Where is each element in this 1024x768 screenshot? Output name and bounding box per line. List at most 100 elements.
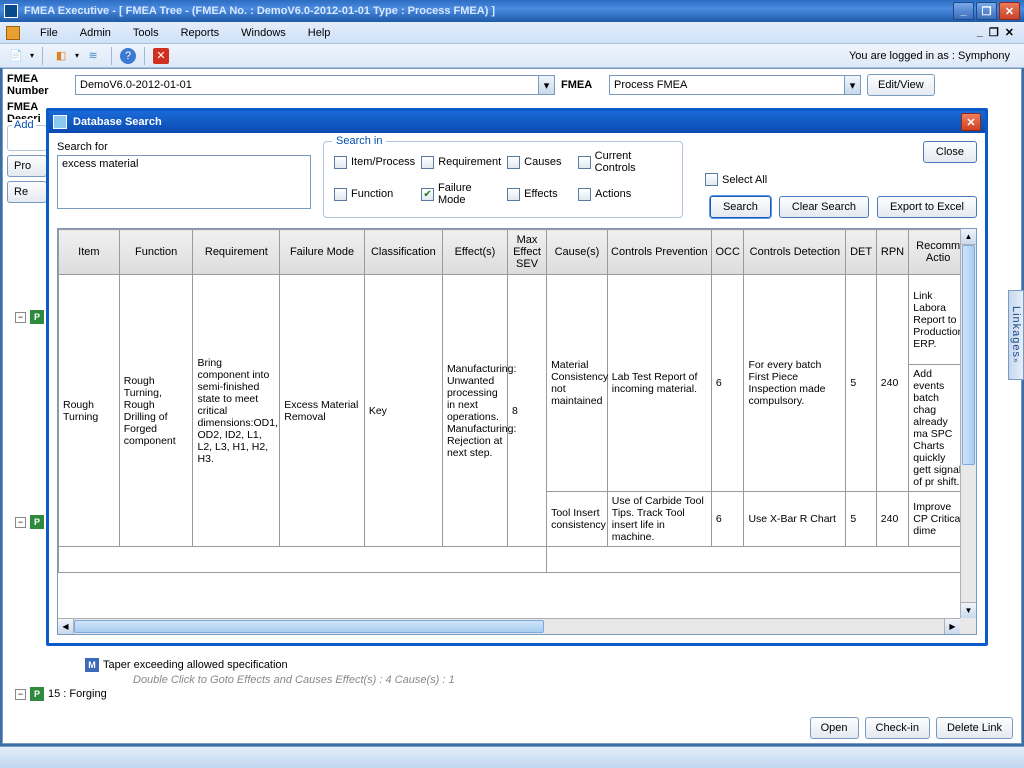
cell-rec: Add events batch chag already ma SPC Cha… (909, 365, 968, 492)
cell-failure: Excess Material Removal (280, 275, 365, 547)
tree-collapse-icon[interactable]: − (15, 689, 26, 700)
fmea-type-dropdown[interactable]: Process FMEA ▾ (609, 75, 861, 95)
col-sev[interactable]: Max Effect SEV (508, 230, 547, 275)
dialog-close-button[interactable]: ✕ (961, 113, 981, 131)
menu-help[interactable]: Help (298, 25, 341, 41)
chk-requirement[interactable]: Requirement (421, 150, 501, 174)
export-excel-button[interactable]: Export to Excel (877, 196, 977, 218)
search-button[interactable]: Search (710, 196, 771, 218)
tree-collapse-icon[interactable]: − (15, 312, 26, 323)
chk-causes[interactable]: Causes (507, 150, 572, 174)
scroll-right-icon[interactable]: ▶ (944, 619, 960, 634)
scroll-down-icon[interactable]: ▼ (961, 602, 976, 618)
orange-cube-icon[interactable]: ◧ (51, 46, 71, 66)
dropdown-arrow-icon[interactable]: ▾ (844, 76, 860, 94)
maximize-button[interactable]: ❐ (976, 2, 997, 20)
scroll-corner (960, 618, 976, 634)
checkin-button[interactable]: Check-in (865, 717, 930, 739)
mdi-minimize-icon[interactable]: _ (977, 26, 983, 39)
mdi-restore-icon[interactable]: ❐ (989, 26, 999, 39)
cell-class: Key (364, 275, 442, 547)
results-grid[interactable]: Item Function Requirement Failure Mode C… (57, 228, 977, 635)
cell-cause: Tool Insert consistency (547, 492, 608, 547)
tree-collapse-icon[interactable]: − (15, 517, 26, 528)
process-badge-icon: P (30, 310, 44, 324)
col-causes[interactable]: Cause(s) (547, 230, 608, 275)
search-for-label: Search for (57, 141, 311, 153)
col-item[interactable]: Item (59, 230, 120, 275)
chk-effects[interactable]: Effects (507, 182, 572, 206)
cell-item: Rough Turning (59, 275, 120, 547)
scroll-thumb[interactable] (74, 620, 544, 633)
linkages-tab[interactable]: Linkages» (1008, 290, 1024, 380)
dialog-titlebar[interactable]: Database Search ✕ (49, 111, 985, 133)
dialog-close-btn[interactable]: Close (923, 141, 977, 163)
chk-function[interactable]: Function (334, 182, 415, 206)
database-search-dialog: Database Search ✕ Search for Search in I… (46, 108, 988, 646)
cell-det: 5 (846, 492, 876, 547)
chk-failure-mode[interactable]: ✔Failure Mode (421, 182, 501, 206)
vertical-scrollbar[interactable]: ▲ ▼ (960, 229, 976, 618)
col-prevention[interactable]: Controls Prevention (607, 230, 711, 275)
exit-icon[interactable]: ✕ (153, 48, 169, 64)
help-icon[interactable]: ? (120, 48, 136, 64)
horizontal-scrollbar[interactable]: ◀ ▶ (58, 618, 960, 634)
grid-row[interactable]: Rough Turning Rough Turning, Rough Drill… (59, 275, 968, 365)
scroll-up-icon[interactable]: ▲ (961, 229, 976, 245)
cell-sev: 8 (508, 275, 547, 547)
clear-search-button[interactable]: Clear Search (779, 196, 869, 218)
delete-link-button[interactable]: Delete Link (936, 717, 1013, 739)
chk-item-process[interactable]: Item/Process (334, 150, 415, 174)
grid-header-row: Item Function Requirement Failure Mode C… (59, 230, 968, 275)
col-classification[interactable]: Classification (364, 230, 442, 275)
chk-select-all[interactable]: Select All (705, 173, 767, 186)
window-title: FMEA Executive - [ FMEA Tree - (FMEA No.… (24, 5, 953, 17)
menubar: File Admin Tools Reports Windows Help _ … (0, 22, 1024, 44)
mode-badge-icon: M (85, 658, 99, 672)
edit-view-button[interactable]: Edit/View (867, 74, 935, 96)
cell-detctrl: For every batch First Piece Inspection m… (744, 275, 846, 492)
menu-admin[interactable]: Admin (70, 25, 121, 41)
cell-prev: Use of Carbide Tool Tips. Track Tool ins… (607, 492, 711, 547)
cell-rec: Improve CP Critical dime (909, 492, 968, 547)
menu-reports[interactable]: Reports (171, 25, 230, 41)
cell-det: 5 (846, 275, 876, 492)
tree-item-label[interactable]: 15 : Forging (48, 688, 107, 700)
fmea-type-label: FMEA (561, 79, 603, 91)
main-titlebar: FMEA Executive - [ FMEA Tree - (FMEA No.… (0, 0, 1024, 22)
col-rpn[interactable]: RPN (876, 230, 909, 275)
col-recommended[interactable]: Recomm Actio (909, 230, 968, 275)
search-input[interactable] (57, 155, 311, 209)
col-requirement[interactable]: Requirement (193, 230, 280, 275)
tree-hint: Double Click to Goto Effects and Causes … (133, 674, 751, 686)
process-button-fragment[interactable]: Pro (7, 155, 47, 177)
chk-actions[interactable]: Actions (578, 182, 672, 206)
mdi-app-icon (6, 26, 20, 40)
col-detection[interactable]: Controls Detection (744, 230, 846, 275)
dropdown-arrow-icon[interactable]: ▾ (538, 76, 554, 94)
process-badge-icon: P (30, 515, 44, 529)
col-failure-mode[interactable]: Failure Mode (280, 230, 365, 275)
scroll-left-icon[interactable]: ◀ (58, 619, 74, 634)
layers-icon[interactable]: ≋ (83, 46, 103, 66)
col-occ[interactable]: OCC (711, 230, 744, 275)
cell-occ: 6 (711, 492, 744, 547)
minimize-button[interactable]: _ (953, 2, 974, 20)
chk-current-controls[interactable]: Current Controls (578, 150, 672, 174)
menu-file[interactable]: File (30, 25, 68, 41)
col-function[interactable]: Function (119, 230, 193, 275)
fmea-number-dropdown[interactable]: DemoV6.0-2012-01-01 ▾ (75, 75, 555, 95)
new-document-icon[interactable]: 📄 (6, 46, 26, 66)
fmea-number-label: FMEA Number (7, 73, 69, 97)
col-effects[interactable]: Effect(s) (442, 230, 507, 275)
grid-row[interactable] (59, 547, 968, 573)
tree-item-label[interactable]: Taper exceeding allowed specification (103, 659, 288, 671)
open-button[interactable]: Open (810, 717, 859, 739)
requirement-button-fragment[interactable]: Re (7, 181, 47, 203)
menu-tools[interactable]: Tools (123, 25, 169, 41)
col-det[interactable]: DET (846, 230, 876, 275)
mdi-close-icon[interactable]: ✕ (1005, 26, 1014, 39)
close-button[interactable]: ✕ (999, 2, 1020, 20)
menu-windows[interactable]: Windows (231, 25, 296, 41)
scroll-thumb[interactable] (962, 245, 975, 465)
